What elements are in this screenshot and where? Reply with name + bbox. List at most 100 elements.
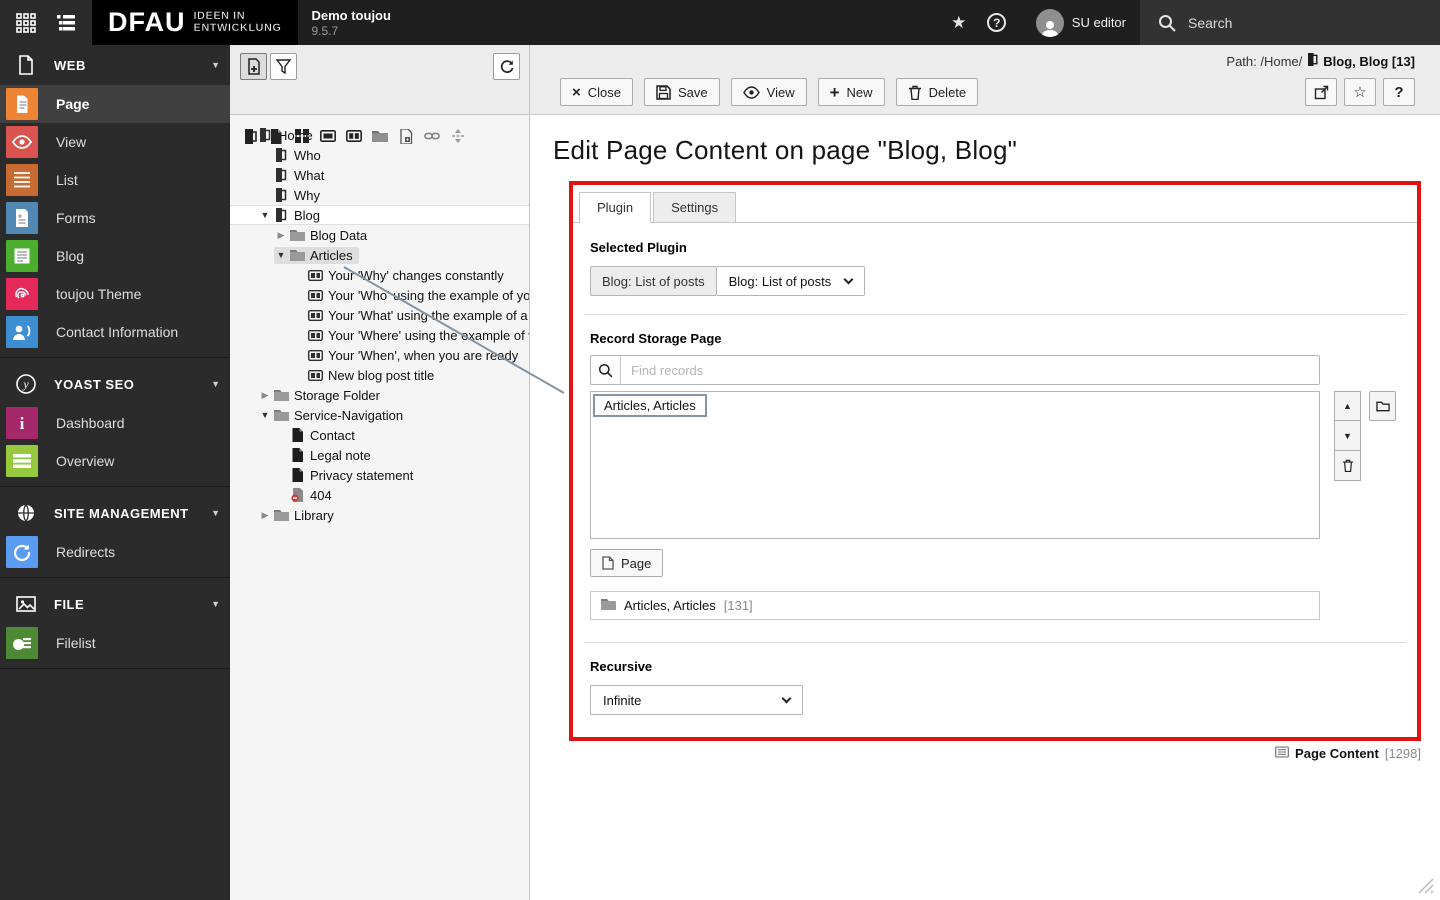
sidebar-item-filelist[interactable]: Filelist xyxy=(0,624,230,662)
section-header-web[interactable]: WEB ▼ xyxy=(0,45,230,85)
refresh-button[interactable] xyxy=(493,53,520,80)
expand-icon[interactable]: ▶ xyxy=(274,230,288,241)
global-search[interactable]: Search xyxy=(1140,0,1440,45)
tree-item-blog-data[interactable]: ▶ Blog Data xyxy=(230,225,529,245)
drag-folder-icon[interactable] xyxy=(370,127,390,145)
section-site-management: SITE MANAGEMENT ▼ Redirects xyxy=(0,493,230,578)
sidebar-item-view[interactable]: View xyxy=(0,123,230,161)
svg-text:i: i xyxy=(20,414,25,433)
tree-item-storage-folder[interactable]: ▶ Storage Folder xyxy=(230,385,529,405)
new-page-button[interactable] xyxy=(240,53,267,80)
tree-item-articles[interactable]: ▼ Articles xyxy=(230,245,529,265)
drag-page-icon[interactable] xyxy=(266,127,286,145)
sidebar-item-contact-information[interactable]: Contact Information xyxy=(0,313,230,351)
browse-records-button[interactable] xyxy=(1369,391,1396,421)
dfau-logo[interactable]: DFAU IDEEN IN ENTWICKLUNG xyxy=(92,0,298,45)
tab-plugin[interactable]: Plugin xyxy=(579,192,652,223)
tree-item-blog-post[interactable]: Your 'Where' using the example of w xyxy=(230,325,529,345)
chevron-down-icon[interactable]: ▼ xyxy=(211,60,220,70)
doc-header: Path: /Home/ Blog, Blog [13] × Close Sav… xyxy=(530,45,1440,115)
sidebar-item-redirects[interactable]: Redirects xyxy=(0,533,230,571)
tree-item-blog-post[interactable]: Your 'Who' using the example of yo xyxy=(230,285,529,305)
selected-pages-listbox[interactable]: Articles, Articles xyxy=(590,391,1320,539)
tree-item-blog-post[interactable]: New blog post title xyxy=(230,365,529,385)
remove-item-button[interactable] xyxy=(1334,451,1361,481)
move-delete-stack: ▲ ▼ xyxy=(1334,391,1361,481)
tree-item-service-navigation[interactable]: ▼ Service-Navigation xyxy=(230,405,529,425)
search-icon xyxy=(1159,14,1176,32)
record-type-note: Page Content [1298] xyxy=(553,746,1421,761)
user-menu[interactable]: SU editor xyxy=(1021,0,1140,45)
drag-textmedia-icon[interactable] xyxy=(344,127,364,145)
delete-button[interactable]: Delete xyxy=(895,78,979,106)
sidebar-item-page[interactable]: Page xyxy=(0,85,230,123)
tree-item-privacy-statement[interactable]: Privacy statement xyxy=(230,465,529,485)
bookmark-button[interactable]: ☆ xyxy=(1344,78,1376,106)
move-up-button[interactable]: ▲ xyxy=(1334,391,1361,421)
tree-item-blog-post[interactable]: Your 'What' using the example of a xyxy=(230,305,529,325)
tree-item-legal-note[interactable]: Legal note xyxy=(230,445,529,465)
tab-settings[interactable]: Settings xyxy=(653,192,737,222)
chevron-down-icon[interactable]: ▼ xyxy=(211,379,220,389)
collapse-icon[interactable]: ▼ xyxy=(274,250,288,260)
tree-item-404[interactable]: 404 xyxy=(230,485,529,505)
modules-grid-icon[interactable] xyxy=(10,7,42,39)
sidebar-item-toujou-theme[interactable]: toujou Theme xyxy=(0,275,230,313)
close-button[interactable]: × Close xyxy=(560,78,634,106)
drag-link-icon[interactable] xyxy=(422,127,442,145)
expand-icon[interactable]: ▶ xyxy=(258,510,272,521)
page-icon xyxy=(272,188,290,202)
tree-item-why[interactable]: Why xyxy=(230,185,529,205)
drag-divider-icon[interactable] xyxy=(448,127,468,145)
move-down-button[interactable]: ▼ xyxy=(1334,421,1361,451)
selected-page-option[interactable]: Articles, Articles xyxy=(593,394,707,417)
tree-item-contact[interactable]: Contact xyxy=(230,425,529,445)
tree-item-blog-post[interactable]: Your 'When', when you are ready xyxy=(230,345,529,365)
drag-grid-icon[interactable] xyxy=(292,127,312,145)
tree-item-blog-post[interactable]: Your 'Why' changes constantly xyxy=(230,265,529,285)
find-records-input[interactable] xyxy=(621,355,1320,385)
sidebar-item-list[interactable]: List xyxy=(0,161,230,199)
chevron-down-icon xyxy=(843,274,854,284)
pagetree-toggle-icon[interactable] xyxy=(50,7,82,39)
drag-paste-icon[interactable] xyxy=(396,127,416,145)
collapse-icon[interactable]: ▼ xyxy=(258,410,272,420)
plugin-select[interactable]: Blog: List of posts xyxy=(715,266,866,296)
save-icon xyxy=(656,84,671,100)
collapse-icon[interactable]: ▼ xyxy=(258,210,272,220)
record-row-articles[interactable]: Articles, Articles [131] xyxy=(590,591,1320,620)
tree-item-who[interactable]: Who xyxy=(230,145,529,165)
dashboard-info-icon: i xyxy=(6,407,38,439)
tree-item-library[interactable]: ▶ Library xyxy=(230,505,529,525)
sidebar-item-forms[interactable]: Forms xyxy=(0,199,230,237)
sidebar-item-dashboard[interactable]: i Dashboard xyxy=(0,404,230,442)
chevron-down-icon[interactable]: ▼ xyxy=(211,508,220,518)
arrow-up-icon: ▲ xyxy=(1343,401,1352,411)
document-icon xyxy=(288,468,306,482)
new-button[interactable]: + New xyxy=(817,78,885,106)
drag-content-element-icon[interactable] xyxy=(318,127,338,145)
view-module-icon xyxy=(6,126,38,158)
recursive-select[interactable]: Infinite xyxy=(590,685,803,715)
help-button[interactable]: ? xyxy=(1383,78,1415,106)
section-header-file[interactable]: FILE ▼ xyxy=(0,584,230,624)
help-icon[interactable]: ? xyxy=(980,0,1014,45)
external-link-icon xyxy=(1314,85,1328,99)
folder-icon xyxy=(288,229,306,241)
tree-item-blog[interactable]: ▼ Blog xyxy=(230,205,529,225)
save-button[interactable]: Save xyxy=(644,78,720,106)
open-in-new-window-button[interactable] xyxy=(1305,78,1337,106)
resize-grip[interactable] xyxy=(1412,872,1434,894)
browse-page-button[interactable]: Page xyxy=(590,549,664,577)
section-header-yoast[interactable]: y YOAST SEO ▼ xyxy=(0,364,230,404)
sidebar-item-blog[interactable]: Blog xyxy=(0,237,230,275)
view-button[interactable]: View xyxy=(730,78,807,106)
tree-item-what[interactable]: What xyxy=(230,165,529,185)
bookmark-star-icon[interactable]: ★ xyxy=(942,0,976,45)
sidebar-item-overview[interactable]: Overview xyxy=(0,442,230,480)
section-header-site-management[interactable]: SITE MANAGEMENT ▼ xyxy=(0,493,230,533)
chevron-down-icon[interactable]: ▼ xyxy=(211,599,220,609)
filter-button[interactable] xyxy=(270,53,297,80)
drag-shortcut-page-icon[interactable] xyxy=(240,127,260,145)
expand-icon[interactable]: ▶ xyxy=(258,390,272,401)
